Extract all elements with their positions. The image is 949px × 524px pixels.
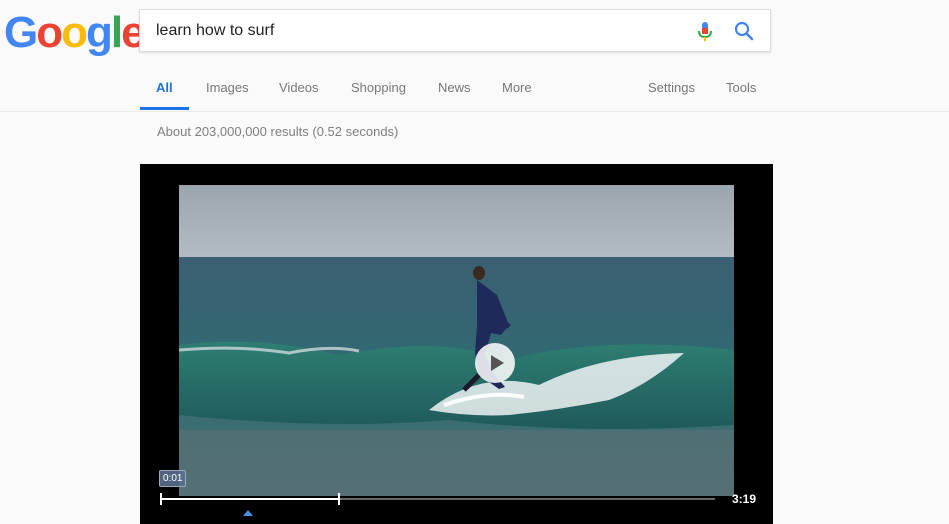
logo-letter: g [86,8,113,57]
scrub-handle-icon[interactable] [243,510,253,516]
progress-start-marker [160,493,162,505]
logo-letter: l [110,8,123,57]
header: Google All Images Videos Shopping News M… [0,0,949,112]
search-tabs: All Images Videos Shopping News More Set… [140,66,770,111]
current-time-tooltip: 0:01 [159,470,187,487]
search-icon[interactable] [734,21,754,41]
progress-fill [160,498,338,500]
play-button[interactable] [475,343,515,383]
video-thumbnail [179,185,734,496]
google-logo[interactable]: Google [4,8,146,58]
search-box [139,9,771,52]
tab-news[interactable]: News [422,66,487,110]
video-player[interactable]: 0:01 3:19 [140,164,773,524]
tab-all[interactable]: All [140,66,189,110]
tab-tools[interactable]: Tools [710,66,772,110]
tab-settings[interactable]: Settings [632,66,711,110]
result-stats: About 203,000,000 results (0.52 seconds) [157,124,399,139]
video-frame[interactable] [179,185,734,496]
search-input[interactable] [156,10,676,51]
play-icon [491,355,504,371]
logo-letter: G [4,8,38,57]
progress-end-marker [338,493,340,505]
tab-shopping[interactable]: Shopping [335,66,422,110]
video-duration: 3:19 [732,492,757,506]
logo-letter: o [61,8,88,57]
progress-bar[interactable] [160,493,715,505]
microphone-icon[interactable] [696,21,714,43]
tab-images[interactable]: Images [190,66,265,110]
tab-more[interactable]: More [486,66,548,110]
tab-videos[interactable]: Videos [263,66,335,110]
logo-letter: o [36,8,63,57]
